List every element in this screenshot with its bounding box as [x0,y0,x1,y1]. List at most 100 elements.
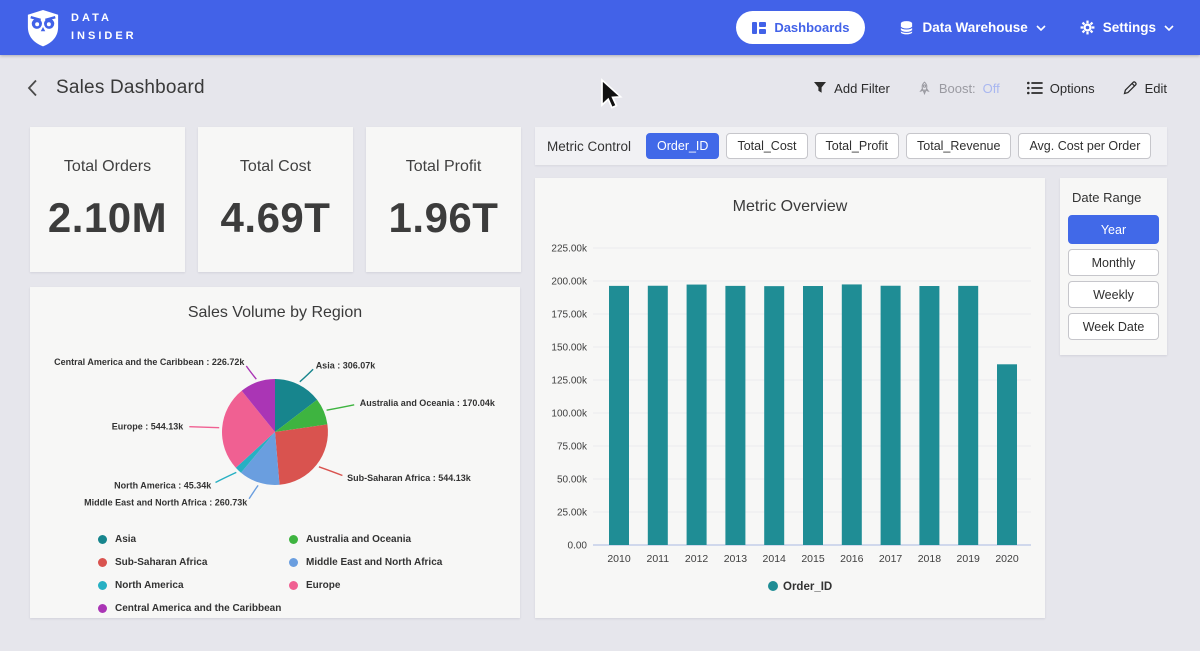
legend-dot [98,604,107,613]
kpi-card-total-orders: Total Orders 2.10M [30,127,185,272]
options-label: Options [1050,81,1095,96]
svg-text:2014: 2014 [763,553,787,565]
brand-line2: INSIDER [71,28,137,45]
legend-item-central-america-and-the-caribbean[interactable]: Central America and the Caribbean [98,601,281,616]
svg-text:2020: 2020 [995,553,1019,565]
boost-toggle[interactable]: Boost: Off [917,81,1000,96]
legend-item-middle-east-and-north-africa[interactable]: Middle East and North Africa [289,555,442,570]
bar-2020[interactable] [997,364,1017,545]
legend-label: Australia and Oceania [306,534,411,545]
bar-2014[interactable] [764,286,784,545]
legend-item-australia-and-oceania[interactable]: Australia and Oceania [289,532,442,547]
header-actions: Add Filter Boost: Off Options [813,80,1167,96]
metric-option-total-cost[interactable]: Total_Cost [726,133,807,159]
date-range-week-date[interactable]: Week Date [1068,313,1159,340]
nav-data-warehouse-label: Data Warehouse [922,20,1027,35]
owl-logo-icon [26,9,60,47]
chevron-down-icon [1164,25,1174,31]
brand-text: DATA INSIDER [71,10,137,44]
bar-2012[interactable] [687,285,707,545]
legend-dot [289,535,298,544]
pie-label-europe: Europe : 544.13k [112,421,185,431]
svg-text:100.00k: 100.00k [551,409,588,420]
metric-control-bar: Metric Control Order_ID Total_Cost Total_P… [535,127,1167,165]
svg-text:2015: 2015 [801,553,825,565]
kpi-label: Total Orders [64,158,151,176]
nav-settings-menu[interactable]: Settings [1080,20,1174,35]
legend-item-north-america[interactable]: North America [98,578,281,593]
bar-2016[interactable] [842,284,862,545]
page-title: Sales Dashboard [56,77,205,99]
svg-text:75.00k: 75.00k [557,442,588,453]
svg-text:50.00k: 50.00k [557,475,588,486]
add-filter-button[interactable]: Add Filter [813,81,890,96]
svg-text:2011: 2011 [647,553,670,565]
date-range-weekly[interactable]: Weekly [1068,281,1159,308]
kpi-label: Total Profit [406,158,482,176]
pencil-icon [1122,80,1138,96]
bar-legend[interactable]: Order_ID [768,581,832,593]
svg-text:2016: 2016 [840,553,864,565]
metric-overview-chart-card: Metric Overview 0.0025.00k50.00k75.00k10… [535,178,1045,618]
chevron-down-icon [1036,25,1046,31]
kpi-card-total-profit: Total Profit 1.96T [366,127,521,272]
bar-2019[interactable] [958,286,978,545]
pie-label-asia: Asia : 306.07k [316,361,377,371]
date-range-year[interactable]: Year [1068,215,1159,244]
nav-settings-label: Settings [1103,20,1156,35]
metric-control-label: Metric Control [547,139,631,154]
add-filter-label: Add Filter [834,81,890,96]
pie-legend-column: Australia and Oceania Middle East and Nor… [289,532,442,601]
pie-slice-sub-saharan-africa[interactable] [275,424,328,484]
pie-label-north-america: North America : 45.34k [114,480,212,490]
boost-label: Boost: [939,81,976,96]
nav-data-warehouse-menu[interactable]: Data Warehouse [899,20,1045,36]
rocket-icon [917,81,932,96]
legend-dot [289,581,298,590]
bar-2011[interactable] [648,286,668,545]
back-arrow-icon[interactable] [27,79,38,97]
legend-item-europe[interactable]: Europe [289,578,442,593]
svg-text:225.00k: 225.00k [551,244,588,255]
pie-label-central-america-and-the-caribbean: Central America and the Caribbean : 226.… [54,357,245,367]
kpi-value: 4.69T [221,194,331,242]
legend-dot [98,535,107,544]
legend-label: Middle East and North Africa [306,557,442,568]
legend-dot [98,581,107,590]
metric-option-total-profit[interactable]: Total_Profit [815,133,900,159]
metric-option-order-id[interactable]: Order_ID [646,133,719,159]
dashboard-grid-icon [752,22,766,34]
date-range-monthly[interactable]: Monthly [1068,249,1159,276]
edit-button[interactable]: Edit [1122,80,1167,96]
pie-label-sub-saharan-africa: Sub-Saharan Africa : 544.13k [347,473,472,483]
legend-dot [289,558,298,567]
legend-item-sub-saharan-africa[interactable]: Sub-Saharan Africa [98,555,281,570]
svg-text:2019: 2019 [957,553,981,565]
metric-option-avg-cost-per-order[interactable]: Avg. Cost per Order [1018,133,1151,159]
filter-funnel-icon [813,81,827,95]
kpi-value: 2.10M [48,194,167,242]
svg-text:125.00k: 125.00k [551,376,588,387]
bar-2015[interactable] [803,286,823,545]
bar-2013[interactable] [725,286,745,545]
bar-2018[interactable] [919,286,939,545]
svg-text:0.00: 0.00 [568,541,588,552]
nav-dashboards-button[interactable]: Dashboards [736,11,865,44]
metric-option-total-revenue[interactable]: Total_Revenue [906,133,1011,159]
boost-value: Off [983,81,1000,96]
svg-text:2017: 2017 [879,553,903,565]
options-button[interactable]: Options [1027,81,1095,96]
svg-text:Order_ID: Order_ID [783,581,832,593]
bar-2017[interactable] [881,286,901,545]
page-header: Sales Dashboard Add Filter Boost: Off [0,55,1200,121]
nav-dashboards-label: Dashboards [774,20,849,35]
bar-2010[interactable] [609,286,629,545]
legend-item-asia[interactable]: Asia [98,532,281,547]
bar-chart[interactable]: 0.0025.00k50.00k75.00k100.00k125.00k150.… [535,178,1045,618]
kpi-value: 1.96T [389,194,499,242]
date-range-panel: Date Range Year Monthly Weekly Week Date [1060,178,1167,355]
svg-text:25.00k: 25.00k [557,508,588,519]
pie-legend-column: Asia Sub-Saharan Africa North America Centr… [98,532,281,624]
legend-label: Sub-Saharan Africa [115,557,207,568]
date-range-label: Date Range [1072,190,1159,205]
